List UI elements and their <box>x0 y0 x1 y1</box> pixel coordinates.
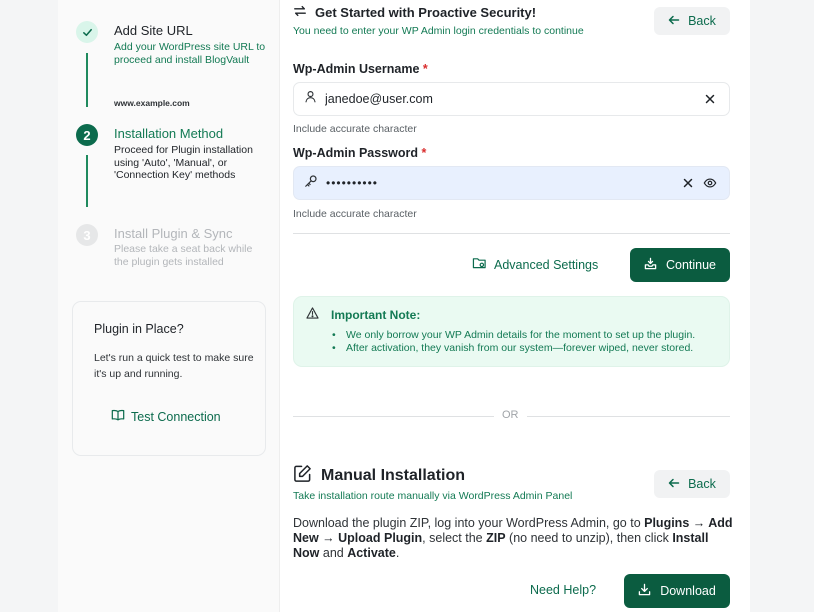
step-title: Add Site URL <box>114 23 193 38</box>
arrow-left-icon <box>668 14 680 29</box>
back-button[interactable]: Back <box>654 7 730 35</box>
key-icon <box>304 174 318 193</box>
password-hint: Include accurate character <box>293 208 417 220</box>
password-input[interactable] <box>326 176 679 190</box>
or-separator: OR <box>293 409 730 423</box>
test-connection-label: Test Connection <box>131 409 221 424</box>
folder-settings-icon <box>472 256 487 273</box>
continue-button[interactable]: Continue <box>630 248 730 282</box>
manual-instructions: Download the plugin ZIP, log into your W… <box>293 516 733 561</box>
plugin-in-place-card: Plugin in Place? Let's run a quick test … <box>72 301 266 456</box>
note-title-text: Important Note: <box>331 307 421 322</box>
step-complete-check-icon <box>76 21 98 43</box>
edit-square-icon <box>293 464 312 488</box>
username-hint: Include accurate character <box>293 123 417 135</box>
warning-triangle-icon <box>306 307 319 322</box>
test-connection-button[interactable]: Test Connection <box>111 408 221 425</box>
arrow-left-icon <box>668 477 680 492</box>
manual-installation-title: Manual Installation <box>293 464 465 488</box>
instruction-text: Download the plugin ZIP, log into your W… <box>293 516 645 530</box>
download-icon <box>638 583 651 599</box>
clear-username-icon[interactable] <box>701 90 719 108</box>
advanced-settings-label: Advanced Settings <box>494 257 599 272</box>
form-divider <box>293 233 730 234</box>
password-label: Wp-Admin Password * <box>293 146 426 160</box>
username-input[interactable] <box>325 92 701 106</box>
sync-arrows-icon <box>293 4 307 21</box>
password-label-text: Wp-Admin Password <box>293 146 419 160</box>
back-label: Back <box>688 477 716 491</box>
step-number: 2 <box>76 124 98 146</box>
step-title: Install Plugin & Sync <box>114 226 233 241</box>
separator-text: OR <box>502 409 519 421</box>
step-number: 3 <box>76 224 98 246</box>
user-icon <box>304 90 317 108</box>
manual-title-text: Manual Installation <box>321 467 466 484</box>
download-label: Download <box>660 584 716 598</box>
step-connector <box>86 53 88 107</box>
instruction-zip: ZIP <box>486 531 506 545</box>
password-field[interactable] <box>293 166 730 200</box>
manual-back-button[interactable]: Back <box>654 470 730 498</box>
instruction-text: (no need to unzip), then click <box>505 531 673 545</box>
instruction-text: . <box>395 546 400 560</box>
instruction-text: , select the <box>422 531 487 545</box>
required-mark: * <box>421 146 427 160</box>
instruction-text: and <box>319 546 348 560</box>
username-label-text: Wp-Admin Username <box>293 62 420 76</box>
site-url-value: www.example.com <box>114 98 190 108</box>
install-tray-icon <box>644 257 657 273</box>
list-item: After activation, they vanish from our s… <box>332 342 695 355</box>
step-description: Add your WordPress site URL to proceed a… <box>114 41 266 66</box>
show-password-eye-icon[interactable] <box>701 174 719 192</box>
continue-label: Continue <box>665 258 717 272</box>
username-field[interactable] <box>293 82 730 116</box>
separator-line <box>527 416 730 417</box>
note-list: We only borrow your WP Admin details for… <box>332 329 695 355</box>
list-item: We only borrow your WP Admin details for… <box>332 329 695 342</box>
important-note: Important Note: We only borrow your WP A… <box>293 296 730 367</box>
step-description: Please take a seat back while the plugin… <box>114 243 253 268</box>
step-description: Proceed for Plugin installation using 'A… <box>114 144 253 181</box>
back-label: Back <box>688 14 716 28</box>
card-text: Let's run a quick test to make sure it's… <box>94 352 254 380</box>
step-title: Installation Method <box>114 126 224 141</box>
advanced-settings-button[interactable]: Advanced Settings <box>472 256 598 273</box>
book-open-icon <box>111 408 125 425</box>
separator-line <box>293 416 494 417</box>
instruction-activate: Activate <box>347 546 396 560</box>
card-title: Plugin in Place? <box>94 322 184 336</box>
manual-subtitle: Take installation route manually via Wor… <box>293 490 573 502</box>
required-mark: * <box>422 62 428 76</box>
note-title: Important Note: <box>306 307 420 322</box>
page-title-text: Get Started with Proactive Security! <box>315 5 537 20</box>
download-button[interactable]: Download <box>624 574 730 608</box>
page-title: Get Started with Proactive Security! <box>293 4 536 21</box>
need-help-link[interactable]: Need Help? <box>530 583 596 597</box>
username-label: Wp-Admin Username * <box>293 62 428 76</box>
step-connector <box>86 155 88 207</box>
page-subtitle: You need to enter your WP Admin login cr… <box>293 25 584 37</box>
clear-password-icon[interactable] <box>679 174 697 192</box>
